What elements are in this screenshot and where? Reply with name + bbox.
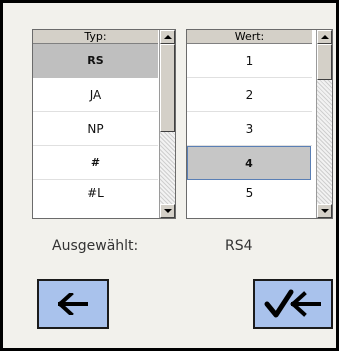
typ-rows: RS JA NP # #L: [33, 44, 158, 200]
wert-rows: 1 2 3 4 5: [187, 44, 312, 200]
wert-item-1[interactable]: 1: [187, 44, 312, 78]
scroll-up-arrow-icon: [320, 35, 329, 39]
wert-item-5[interactable]: 5: [187, 180, 312, 200]
typ-item-np[interactable]: NP: [33, 112, 158, 146]
wert-listbox[interactable]: Wert: 1 2 3 4 5: [186, 29, 333, 219]
selected-label: Ausgewählt:: [52, 238, 139, 254]
typ-item-hash[interactable]: #: [33, 146, 158, 180]
scroll-up-arrow-icon: [163, 35, 172, 39]
scroll-down-arrow-icon: [163, 209, 172, 213]
wert-scroll-thumb[interactable]: [317, 44, 332, 80]
typ-scrollbar[interactable]: [159, 30, 175, 218]
dialog-panel: Typ: RS JA NP # #L Wert: 1 2 3 4 5 Ausge…: [3, 3, 336, 348]
typ-scroll-thumb[interactable]: [160, 44, 175, 132]
arrow-left-icon: [58, 293, 88, 315]
scroll-down-arrow-icon: [320, 209, 329, 213]
typ-header: Typ:: [33, 30, 158, 44]
wert-item-4[interactable]: 4: [187, 146, 311, 180]
wert-header: Wert:: [187, 30, 312, 44]
typ-scroll-up-button[interactable]: [160, 30, 175, 44]
wert-scroll-down-button[interactable]: [317, 204, 332, 218]
typ-item-hash-l[interactable]: #L: [33, 180, 158, 200]
typ-item-ja[interactable]: JA: [33, 78, 158, 112]
wert-scrollbar[interactable]: [316, 30, 332, 218]
back-button[interactable]: [37, 279, 109, 329]
wert-item-2[interactable]: 2: [187, 78, 312, 112]
wert-item-3[interactable]: 3: [187, 112, 312, 146]
confirm-button[interactable]: [253, 279, 333, 329]
check-arrow-left-icon: [264, 289, 321, 318]
wert-scroll-up-button[interactable]: [317, 30, 332, 44]
selected-value: RS4: [225, 238, 253, 254]
typ-scroll-down-button[interactable]: [160, 204, 175, 218]
typ-item-rs[interactable]: RS: [33, 44, 158, 78]
typ-listbox[interactable]: Typ: RS JA NP # #L: [32, 29, 176, 219]
